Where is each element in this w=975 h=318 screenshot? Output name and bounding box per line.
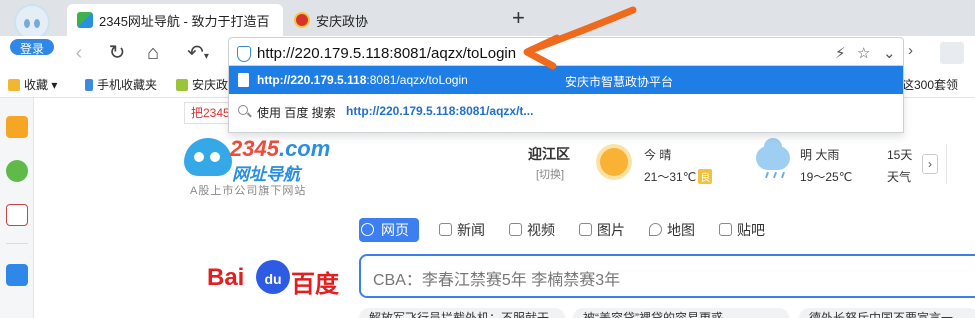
- news-icon: [439, 223, 452, 236]
- rain-drop: [765, 171, 769, 179]
- paw-icon: [719, 223, 732, 236]
- weather-divider: [946, 144, 947, 184]
- avatar-face-icon: [14, 4, 50, 40]
- rain-drop: [773, 171, 777, 179]
- weather-switch-link[interactable]: [切换]: [536, 166, 564, 182]
- suggestion-url: http://220.179.5.118:8081/aqzx/toLogin: [257, 73, 468, 87]
- map-pin-icon: [649, 223, 662, 236]
- search-icon: [361, 223, 374, 236]
- octopus-mascot-icon: [184, 138, 232, 176]
- rain-drop: [781, 171, 785, 179]
- chevron-down-icon[interactable]: ⌄: [883, 44, 896, 62]
- forecast-15day-link[interactable]: 15天: [887, 146, 912, 163]
- search-hot-query: CBA：李春江禁赛5年 李楠禁赛3年: [373, 272, 621, 289]
- 2345-favicon-icon: [77, 12, 93, 28]
- sunny-icon: [600, 148, 628, 176]
- leaf-icon: [176, 79, 188, 91]
- bookmark-favorites[interactable]: 收藏 ▾: [8, 76, 57, 93]
- clock-icon[interactable]: [6, 160, 28, 182]
- today-weather: 今 晴: [644, 148, 672, 162]
- search-input[interactable]: CBA：李春江禁赛5年 李楠禁赛3年: [359, 254, 975, 298]
- video-icon: [509, 223, 522, 236]
- mascot-eye: [194, 152, 204, 162]
- star-icon: [8, 79, 20, 91]
- tab-web[interactable]: 网页: [359, 218, 419, 242]
- security-app-icon[interactable]: [6, 264, 28, 286]
- tomorrow-temp: 19～25℃: [800, 170, 853, 184]
- rail-divider: [6, 243, 28, 244]
- forecast-weather-label[interactable]: 天气: [887, 168, 911, 185]
- tab-video[interactable]: 视频: [507, 218, 555, 242]
- search-icon: [238, 105, 248, 115]
- mascot-eye: [210, 152, 220, 162]
- star-bookmark-icon[interactable]: ☆: [857, 44, 870, 62]
- avatar-eye-right: [34, 19, 40, 28]
- favorites-star-icon[interactable]: [6, 116, 28, 138]
- tab-tieba[interactable]: 贴吧: [717, 218, 765, 242]
- news-item[interactable]: 被“美容贷”裸贷的容易更惑: [573, 308, 789, 318]
- logo-brand: 2345.com: [230, 136, 331, 161]
- baidu-logo[interactable]: Bai du 百度: [207, 258, 357, 298]
- 2345-logo[interactable]: 2345.com 网址导航 A股上市公司旗下网站: [184, 134, 344, 197]
- extension-icon[interactable]: [940, 42, 964, 64]
- annotation-arrow-icon: [523, 6, 637, 70]
- lightning-icon[interactable]: ⚡: [835, 44, 846, 62]
- phone-icon: [85, 79, 93, 91]
- heavy-rain-icon: [756, 138, 790, 170]
- baidu-paw-icon: du: [256, 260, 290, 294]
- search-query-text: http://220.179.5.118:8081/aqzx/t...: [346, 104, 534, 118]
- search-with-baidu-label: 使用 百度 搜索: [257, 106, 336, 120]
- tab-2345[interactable]: 2345网址导航 - 致力于打造百: [67, 4, 283, 36]
- login-button[interactable]: 登录: [8, 37, 56, 57]
- side-rail: [0, 98, 34, 318]
- bookmark-300[interactable]: 这300套领: [902, 76, 958, 93]
- bookmark-anqing[interactable]: 安庆政: [176, 76, 228, 93]
- avatar-eye-left: [24, 19, 30, 28]
- tab-images[interactable]: 图片: [577, 218, 625, 242]
- undo-icon[interactable]: ↶▾: [178, 40, 218, 66]
- tab-anqing-zhengxie[interactable]: 安庆政协: [284, 4, 494, 36]
- aqi-badge: 良: [698, 169, 713, 184]
- reload-icon[interactable]: ↻: [104, 40, 130, 66]
- address-url[interactable]: http://220.179.5.118:8081/aqzx/toLogin: [257, 45, 516, 62]
- security-shield-icon: [237, 46, 251, 62]
- today-temp: 21～31℃ 良: [644, 169, 713, 184]
- tab-title: 2345网址导航 - 致力于打造百: [99, 13, 270, 29]
- pdf-word-icon[interactable]: [6, 204, 28, 226]
- suggestion-search[interactable]: 使用 百度 搜索 http://220.179.5.118:8081/aqzx/…: [229, 99, 903, 125]
- tab-maps[interactable]: 地图: [647, 218, 695, 242]
- tab-news[interactable]: 新闻: [437, 218, 485, 242]
- news-item[interactable]: 德外长怒斥中国不要宣言一: [799, 308, 975, 318]
- tomorrow-weather: 明 大雨: [800, 148, 840, 162]
- document-icon: [238, 73, 249, 87]
- forward-icon[interactable]: ›: [908, 42, 913, 59]
- logo-tagline: A股上市公司旗下网站: [190, 185, 307, 197]
- emblem-favicon-icon: [294, 12, 310, 28]
- weather-city[interactable]: 迎江区: [528, 144, 570, 164]
- back-icon[interactable]: ‹: [66, 40, 92, 66]
- tab-strip: 2345网址导航 - 致力于打造百 安庆政协 +: [0, 0, 975, 40]
- weather-next-button[interactable]: ›: [922, 154, 938, 174]
- news-item[interactable]: 解放军飞行员拦截外机：不服就干: [359, 308, 565, 318]
- home-icon[interactable]: ⌂: [140, 40, 166, 66]
- tab-title: 安庆政协: [316, 13, 369, 29]
- image-icon: [579, 223, 592, 236]
- bookmark-mobile[interactable]: 手机收藏夹: [85, 76, 157, 93]
